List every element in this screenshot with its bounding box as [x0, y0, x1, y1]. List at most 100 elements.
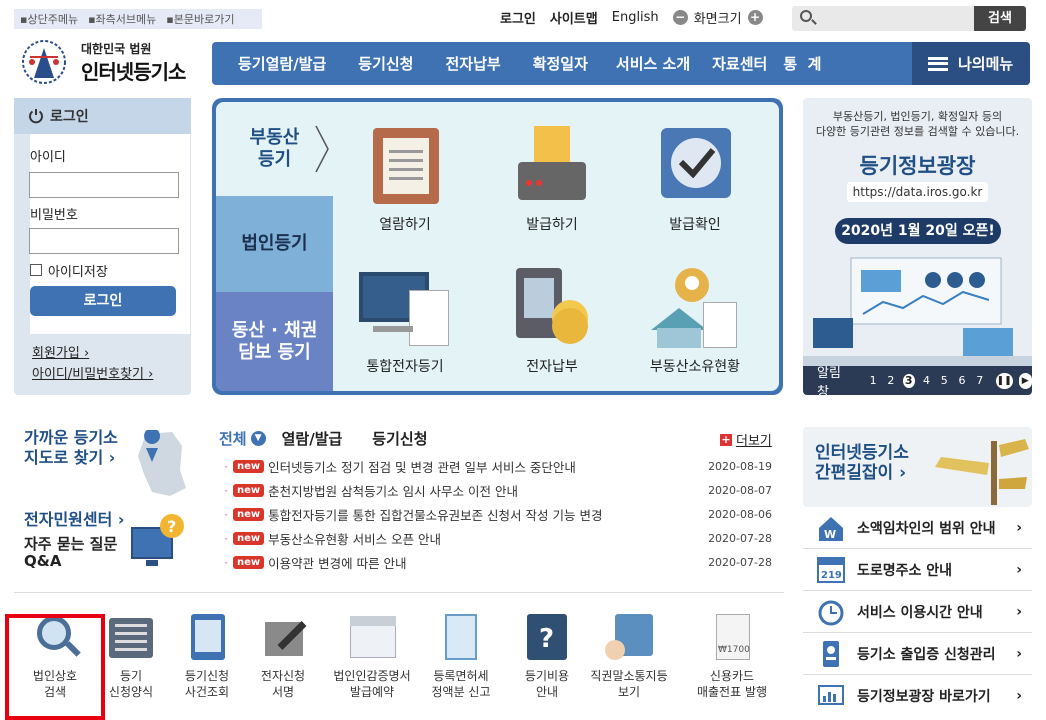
civil-center-link[interactable]: 전자민원센터 ›	[24, 510, 124, 530]
service-integrated[interactable]: 통합전자등기	[345, 268, 465, 376]
promo-banner[interactable]: 부동산등기, 법인등기, 확정일자 등의 다양한 등기관련 정보를 검색할 수 있…	[803, 98, 1032, 395]
sitemap-link[interactable]: 사이트맵	[550, 8, 598, 27]
id-label: 아이디	[30, 150, 66, 165]
pen-icon	[255, 612, 311, 662]
search-button[interactable]: 검색	[974, 6, 1026, 31]
banner-page-current[interactable]: 3	[902, 373, 915, 388]
banner-page[interactable]: 7	[974, 374, 986, 387]
banner-page[interactable]: 6	[956, 374, 968, 387]
dashboard-illustration-icon	[803, 257, 1032, 366]
skip-links: ▪상단주메뉴 ▪좌측서브메뉴 ▪본문바로가기	[14, 9, 262, 29]
nav-apply[interactable]: 등기신청	[342, 53, 429, 74]
quick-road-address[interactable]: 219 도로명주소 안내 ›	[803, 549, 1032, 591]
save-id-checkbox[interactable]	[30, 264, 42, 276]
service-panel: 부동산 등기 법인등기 동산 · 채권 담보 등기 열람하기 발급하기 발급확인…	[212, 98, 783, 395]
hamburger-icon	[928, 56, 948, 71]
service-ownership[interactable]: 부동산소유현황	[635, 268, 755, 376]
service-epay[interactable]: 전자납부	[492, 268, 612, 376]
quick-service-hours[interactable]: 서비스 이용시간 안내 ›	[803, 591, 1032, 633]
pw-label: 비밀번호	[30, 208, 78, 223]
quick-small-tenant[interactable]: W 소액임차인의 범위 안내 ›	[803, 507, 1032, 549]
nav-statistics[interactable]: 통 계	[777, 53, 827, 74]
chevron-down-icon: ▼	[250, 431, 266, 446]
service-issue[interactable]: 발급하기	[492, 126, 612, 234]
notice-item[interactable]: · new 춘천지방법원 삼척등기소 임시 사무소 이전 안내 2020-08-07	[224, 480, 772, 500]
divider	[14, 592, 784, 593]
notice-item[interactable]: · new 인터넷등기소 정기 점검 및 변경 관련 일부 서비스 중단안내 2020…	[224, 456, 772, 476]
id-field[interactable]	[29, 172, 179, 198]
notice-date: 2020-08-06	[708, 507, 772, 521]
quick-data-plaza[interactable]: 등기정보광장 바로가기 ›	[803, 675, 1032, 717]
power-icon	[29, 109, 43, 124]
logo-subtitle: 대한민국 법원	[81, 42, 152, 56]
zoom-out-icon[interactable]: −	[672, 10, 688, 25]
notice-tabs: 전체 ▼ 열람/발급 등기신청	[219, 428, 428, 449]
nav-view-issue[interactable]: 등기열람/발급	[222, 53, 342, 74]
highlight-box	[5, 614, 105, 720]
receipt-icon: ₩1700	[704, 612, 760, 662]
nav-epay[interactable]: 전자납부	[429, 53, 516, 74]
pause-icon[interactable]: ❚❚	[995, 372, 1013, 389]
service-verify[interactable]: 발급확인	[635, 126, 755, 234]
login-button[interactable]: 로그인	[30, 286, 176, 316]
service-ownership-label: 부동산소유현황	[649, 359, 741, 375]
house-w-icon: W	[817, 514, 845, 542]
skip-link[interactable]: ▪좌측서브메뉴	[88, 11, 156, 27]
zoom-control: − 화면크기 +	[672, 8, 763, 27]
save-id-label: 아이디저장	[48, 265, 108, 280]
zoom-in-icon[interactable]: +	[747, 10, 763, 25]
notice-date: 2020-07-28	[708, 555, 772, 569]
new-badge: new	[233, 555, 265, 569]
notice-item[interactable]: · new 이용약관 변경에 따른 안내 2020-07-28	[224, 552, 772, 572]
nav-fixed-date[interactable]: 확정일자	[517, 53, 604, 74]
login-title: 로그인	[50, 109, 89, 125]
find-account-link[interactable]: 아이디/비밀번호찾기 ›	[32, 363, 153, 382]
guide-banner[interactable]: 인터넷등기소 간편길잡이 ›	[803, 427, 1032, 507]
notice-date: 2020-07-28	[708, 531, 772, 545]
banner-page[interactable]: 5	[938, 374, 950, 387]
service-issue-label: 발급하기	[526, 217, 578, 233]
tab-movable[interactable]: 동산 · 채권 담보 등기	[216, 292, 333, 391]
service-integrated-label: 통합전자등기	[366, 359, 444, 375]
tab-all[interactable]: 전체 ▼	[219, 428, 266, 449]
notice-item[interactable]: · new 통합전자등기를 통한 집합건물소유권보존 신청서 작성 기능 변경 202…	[224, 504, 772, 524]
service-epay-label: 전자납부	[526, 359, 578, 375]
guide-banner-title: 인터넷등기소 간편길잡이 ›	[815, 443, 909, 484]
my-menu-button[interactable]: 나의메뉴	[912, 42, 1030, 85]
quick-access-pass[interactable]: 등기소 출입증 신청관리 ›	[803, 633, 1032, 675]
banner-page[interactable]: 2	[885, 374, 897, 387]
banner-page[interactable]: 4	[921, 374, 933, 387]
nearest-office-link[interactable]: 가까운 등기소 지도로 찾기 ›	[24, 428, 118, 468]
tab-view-issue[interactable]: 열람/발급	[282, 428, 343, 449]
search-icon	[800, 10, 812, 22]
service-view-label: 열람하기	[379, 217, 431, 233]
banner-page[interactable]: 1	[867, 374, 879, 387]
service-view[interactable]: 열람하기	[345, 126, 465, 234]
card-receipt[interactable]: ₩1700 신용카드 매출전표 발행	[680, 612, 784, 700]
nav-data-center[interactable]: 자료센터	[702, 53, 777, 74]
password-field[interactable]	[29, 228, 179, 254]
faq-link[interactable]: 자주 묻는 질문 Q&A	[24, 535, 117, 571]
next-icon[interactable]: ▶	[1018, 372, 1032, 389]
skip-link[interactable]: ▪상단주메뉴	[20, 11, 78, 27]
site-logo[interactable]: 대한민국 법원 인터넷등기소	[20, 36, 200, 90]
nav-service-intro[interactable]: 서비스 소개	[604, 53, 702, 74]
utility-menu: 로그인 사이트맵 English − 화면크기 +	[500, 8, 763, 27]
road-sign-icon: 219	[817, 556, 845, 584]
skip-link[interactable]: ▪본문바로가기	[166, 11, 234, 27]
checkmark-icon	[655, 126, 735, 206]
notice-item[interactable]: · new 부동산소유현황 서비스 오픈 안내 2020-07-28	[224, 528, 772, 548]
login-link[interactable]: 로그인	[500, 8, 536, 27]
monitor-docs-icon	[355, 268, 455, 348]
tab-corporate[interactable]: 법인등기	[216, 196, 333, 292]
e-signature[interactable]: 전자신청 서명	[238, 612, 328, 700]
fee-guide[interactable]: ? 등기비용 안내	[502, 612, 592, 700]
license-tax-report[interactable]: 등록면허세 정액분 신고	[416, 612, 506, 700]
join-link[interactable]: 회원가입 ›	[32, 342, 89, 361]
cancellation-notice[interactable]: 직권말소통지등 보기	[584, 612, 674, 700]
more-link[interactable]: + 더보기	[720, 430, 772, 449]
seal-certificate-reserve[interactable]: 법인인감증명서 발급예약	[324, 612, 420, 700]
clock-icon	[817, 598, 845, 626]
tab-registration[interactable]: 등기신청	[372, 428, 427, 449]
english-link[interactable]: English	[612, 10, 659, 25]
